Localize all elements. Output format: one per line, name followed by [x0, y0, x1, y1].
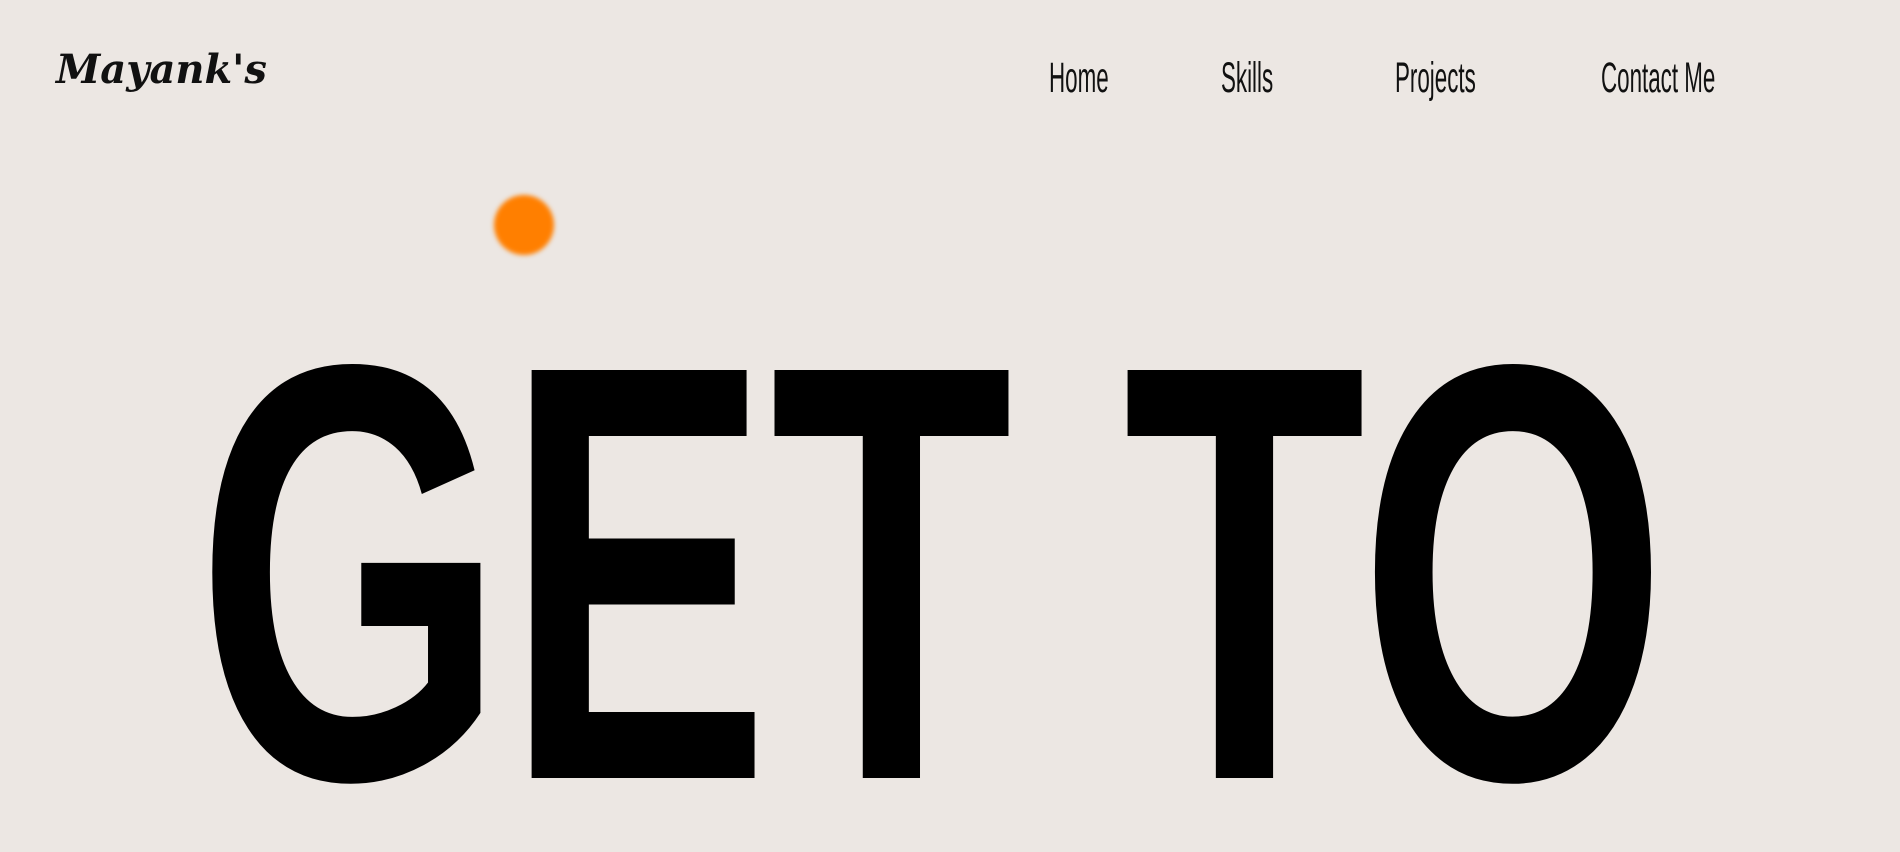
nav-link-projects[interactable]: Projects: [1395, 48, 1476, 108]
main-nav: Home Skills Projects Contact Me: [0, 48, 1900, 108]
page: Mayank's Home Skills Projects Contact Me…: [0, 0, 1900, 852]
nav-link-contact-me[interactable]: Contact Me: [1601, 48, 1715, 108]
hero-headline: GET TO: [196, 241, 1668, 852]
nav-link-home[interactable]: Home: [1049, 48, 1109, 108]
nav-link-skills[interactable]: Skills: [1221, 48, 1273, 108]
